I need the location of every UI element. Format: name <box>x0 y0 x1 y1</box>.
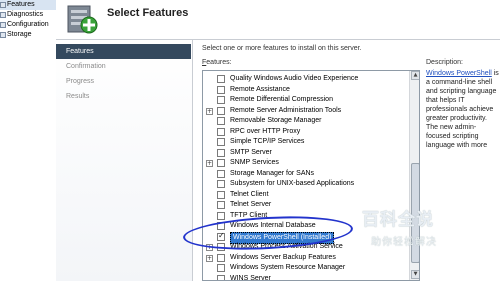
features-label: Features: <box>202 59 232 66</box>
feature-label: Subsystem for UNIX-based Applications <box>230 180 355 187</box>
feature-checkbox[interactable] <box>217 117 225 125</box>
step-progress[interactable]: Progress <box>56 74 192 89</box>
feature-label: Quality Windows Audio Video Experience <box>230 75 359 82</box>
tree-item-label: Storage <box>7 31 32 38</box>
feature-row[interactable]: Windows System Resource Manager <box>203 263 408 273</box>
feature-row[interactable]: Removable Storage Manager <box>203 116 408 126</box>
storage-node-icon <box>0 32 6 38</box>
expand-icon[interactable]: + <box>206 107 213 115</box>
description-link[interactable]: Windows PowerShell <box>426 70 492 77</box>
feature-checkbox[interactable] <box>217 106 225 115</box>
feature-checkbox[interactable] <box>217 96 225 104</box>
watermark: 百科全说 助你轻松解决 <box>362 205 496 253</box>
feature-label: Windows Server Backup Features <box>230 253 336 261</box>
watermark-subtitle: 助你轻松解决 <box>371 237 437 248</box>
tree-item-label: Diagnostics <box>7 11 44 18</box>
expand-icon[interactable]: + <box>206 160 213 167</box>
feature-row[interactable]: + Windows Server Backup Features <box>203 253 408 263</box>
feature-checkbox[interactable] <box>217 190 225 199</box>
feature-row[interactable]: Quality Windows Audio Video Experience <box>203 74 408 84</box>
feature-label: WINS Server <box>230 274 271 281</box>
feature-label: Remote Assistance <box>230 85 290 93</box>
tree-item-label: Configuration <box>7 21 49 28</box>
feature-checkbox[interactable] <box>217 75 225 83</box>
description-text: is a command-line shell and scripting la… <box>426 70 499 149</box>
feature-label: RPC over HTTP Proxy <box>230 127 301 135</box>
feature-row[interactable]: + Remote Server Administration Tools <box>203 106 408 116</box>
feature-checkbox[interactable] <box>217 85 225 94</box>
feature-label: Windows System Resource Manager <box>230 264 346 271</box>
scroll-down-icon[interactable]: ▼ <box>411 270 419 279</box>
feature-checkbox[interactable] <box>217 211 225 220</box>
tree-item-features[interactable]: Features <box>0 0 56 10</box>
feature-checkbox[interactable] <box>217 148 225 157</box>
feature-label: Simple TCP/IP Services <box>230 138 305 145</box>
feature-description: Windows PowerShell is a command-line she… <box>426 69 500 149</box>
configuration-node-icon <box>0 22 6 28</box>
feature-checkbox[interactable] <box>217 201 225 209</box>
feature-checkbox[interactable] <box>217 180 225 188</box>
add-features-icon <box>67 5 98 34</box>
feature-label: Storage Manager for SANs <box>230 169 315 177</box>
feature-label: SNMP Services <box>230 159 279 166</box>
feature-label: Telnet Server <box>230 201 272 208</box>
tree-item-configuration[interactable]: Configuration <box>0 20 56 30</box>
wizard-header: Select Features <box>56 0 500 40</box>
wizard-steps: Features Confirmation Progress Results <box>56 40 193 281</box>
step-results[interactable]: Results <box>56 89 192 104</box>
feature-row[interactable]: Telnet Client <box>203 190 408 200</box>
feature-row[interactable]: Remote Differential Compression <box>203 95 408 105</box>
feature-checkbox[interactable] <box>217 253 225 262</box>
tree-item-diagnostics[interactable]: Diagnostics <box>0 10 56 20</box>
step-features[interactable]: Features <box>56 44 191 59</box>
feature-checkbox[interactable] <box>217 159 225 167</box>
feature-checkbox[interactable] <box>217 264 225 272</box>
feature-label: Removable Storage Manager <box>230 117 322 124</box>
feature-label: SMTP Server <box>230 148 272 156</box>
feature-checkbox[interactable] <box>217 274 225 280</box>
page-title: Select Features <box>107 7 189 19</box>
feature-row[interactable]: Remote Assistance <box>203 85 408 95</box>
server-manager-tree: Features Diagnostics Configuration Stora… <box>0 0 56 40</box>
diagnostics-node-icon <box>0 12 6 18</box>
tree-item-storage[interactable]: Storage <box>0 30 56 40</box>
feature-row[interactable]: RPC over HTTP Proxy <box>203 127 408 137</box>
scroll-up-icon[interactable]: ▲ <box>411 71 419 80</box>
feature-row[interactable]: Storage Manager for SANs <box>203 169 408 179</box>
step-confirmation[interactable]: Confirmation <box>56 59 192 74</box>
feature-label: Remote Differential Compression <box>230 96 333 103</box>
feature-checkbox[interactable] <box>217 138 225 146</box>
feature-row[interactable]: SMTP Server <box>203 148 408 158</box>
feature-row[interactable]: WINS Server <box>203 274 408 281</box>
feature-label: Remote Server Administration Tools <box>230 106 342 114</box>
feature-checkbox[interactable] <box>217 127 225 136</box>
tree-item-label: Features <box>7 1 35 8</box>
watermark-title: 百科全说 <box>362 210 434 230</box>
feature-label: Telnet Client <box>230 190 269 198</box>
expand-icon[interactable]: + <box>206 254 213 262</box>
features-node-icon <box>0 2 6 8</box>
feature-row[interactable]: Subsystem for UNIX-based Applications <box>203 179 408 189</box>
feature-checkbox[interactable] <box>217 169 225 178</box>
feature-row[interactable]: + SNMP Services <box>203 158 408 168</box>
description-label: Description: <box>426 59 463 66</box>
instruction-text: Select one or more features to install o… <box>202 45 362 52</box>
features-label-text: eatures: <box>206 59 232 66</box>
feature-row[interactable]: Simple TCP/IP Services <box>203 137 408 147</box>
